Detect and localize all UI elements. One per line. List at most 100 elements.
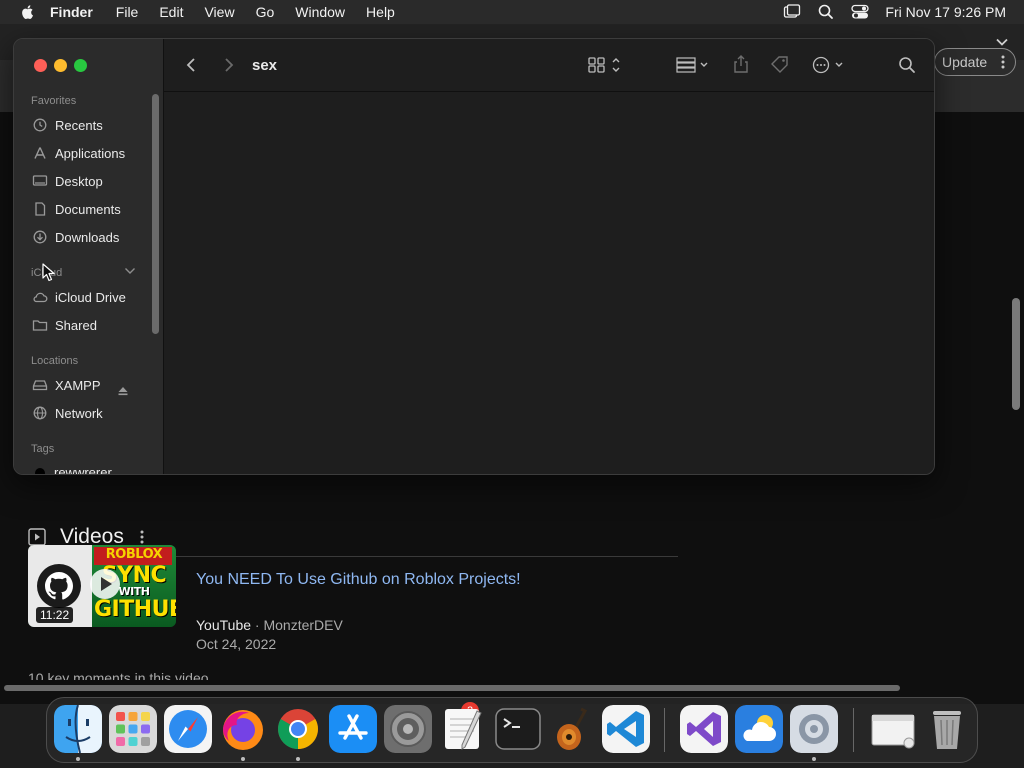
document-icon xyxy=(35,202,46,216)
video-duration: 11:22 xyxy=(36,607,74,623)
running-indicator xyxy=(76,757,80,761)
menu-help[interactable]: Help xyxy=(366,4,395,20)
sidebar-section-favorites: Favorites xyxy=(31,95,77,107)
more-options-icon[interactable] xyxy=(140,530,144,544)
menu-edit[interactable]: Edit xyxy=(159,4,183,20)
sidebar-item-label: Network xyxy=(55,405,103,421)
sidebar-item-label: iCloud Drive xyxy=(55,289,126,305)
video-title-link[interactable]: You NEED To Use Github on Roblox Project… xyxy=(196,571,521,589)
video-thumbnail[interactable]: ROBLOX SYNC WITH GITHUB 11:22 xyxy=(28,545,176,627)
system-preferences-app-icon xyxy=(384,705,432,753)
sidebar-item-applications[interactable]: Applications xyxy=(32,142,154,164)
drive-icon xyxy=(32,380,48,391)
view-mode-button[interactable] xyxy=(588,56,626,74)
control-center-icon[interactable] xyxy=(851,4,870,20)
thumbnail-text: GITHUB xyxy=(94,597,176,622)
download-icon xyxy=(33,230,47,244)
dock-finder[interactable] xyxy=(54,705,102,753)
app-store-app-icon xyxy=(329,705,377,753)
sidebar-item-label: Recents xyxy=(55,117,103,133)
menu-view[interactable]: View xyxy=(204,4,234,20)
launchpad-app-icon xyxy=(109,705,157,753)
dock-visual-studio[interactable] xyxy=(680,705,728,753)
sidebar-item-network[interactable]: Network xyxy=(32,402,154,424)
sidebar-item-label: rewwrerer xyxy=(54,464,112,475)
window-zoom-button[interactable] xyxy=(74,59,87,72)
spotlight-search-icon[interactable] xyxy=(817,4,835,20)
clock-icon xyxy=(33,118,47,132)
share-button[interactable] xyxy=(732,54,750,74)
menu-app-finder[interactable]: Finder xyxy=(50,4,93,20)
dock-launchpad[interactable] xyxy=(109,705,157,753)
menu-file[interactable]: File xyxy=(116,4,139,20)
dock-trash[interactable] xyxy=(923,705,971,753)
menu-go[interactable]: Go xyxy=(256,4,275,20)
video-date: Oct 24, 2022 xyxy=(196,636,277,652)
running-indicator xyxy=(296,757,300,761)
running-indicator xyxy=(812,757,816,761)
applications-icon xyxy=(34,147,46,159)
share-icon xyxy=(734,55,748,73)
tags-button[interactable] xyxy=(770,55,790,73)
sidebar-item-label: XAMPP xyxy=(55,377,101,393)
dock-textedit[interactable] xyxy=(439,705,487,753)
icon-view-grid-icon xyxy=(588,57,620,73)
finder-content: sex xyxy=(164,39,934,474)
sidebar-item-xampp[interactable]: XAMPP xyxy=(32,374,154,396)
tab-list-chevron-icon[interactable] xyxy=(996,38,1008,46)
finder-sidebar: Favorites Recents Applications Desktop D… xyxy=(14,39,164,475)
apple-menu-icon[interactable] xyxy=(20,4,36,20)
eject-icon[interactable] xyxy=(117,385,129,397)
more-actions-icon xyxy=(812,56,843,74)
sidebar-scrollbar[interactable] xyxy=(152,94,159,334)
back-button[interactable] xyxy=(186,57,196,73)
dock-firefox[interactable] xyxy=(219,705,267,753)
browser-horizontal-scrollbar[interactable] xyxy=(4,685,900,691)
dock-app-store[interactable] xyxy=(329,705,377,753)
github-logo-icon xyxy=(37,564,81,608)
search-button[interactable] xyxy=(898,56,916,74)
key-moments-toggle[interactable]: 10 key moments in this video xyxy=(28,670,209,680)
sidebar-item-downloads[interactable]: Downloads xyxy=(32,226,154,248)
dock: 2 xyxy=(46,697,978,763)
screen-mirroring-icon[interactable] xyxy=(783,4,801,20)
sidebar-item-recents[interactable]: Recents xyxy=(32,114,154,136)
sidebar-item-tag[interactable]: rewwrerer xyxy=(32,461,154,475)
safari-app-icon xyxy=(164,705,212,753)
chevron-down-icon[interactable] xyxy=(124,267,136,275)
menu-window[interactable]: Window xyxy=(295,4,345,20)
sidebar-item-shared[interactable]: Shared xyxy=(32,314,154,336)
video-source: YouTube · MonzterDEV xyxy=(196,617,343,633)
sidebar-item-desktop[interactable]: Desktop xyxy=(32,170,154,192)
tag-color-dot xyxy=(35,468,45,474)
dock-terminal[interactable] xyxy=(494,705,542,753)
dock-system-preferences[interactable] xyxy=(384,705,432,753)
sidebar-section-tags: Tags xyxy=(31,443,55,455)
video-play-icon xyxy=(28,528,46,546)
browser-vertical-scrollbar[interactable] xyxy=(1012,298,1020,410)
vscode-app-icon xyxy=(602,705,650,753)
browser-update-button[interactable]: Update xyxy=(934,48,1016,76)
action-menu-button[interactable] xyxy=(812,56,848,74)
menu-bar-clock[interactable]: Fri Nov 17 9:26 PM xyxy=(885,4,1006,20)
dock-weather[interactable] xyxy=(735,705,783,753)
shared-folder-icon xyxy=(32,320,48,331)
dock-safari[interactable] xyxy=(164,705,212,753)
globe-icon xyxy=(33,406,47,420)
group-by-button[interactable] xyxy=(676,56,714,74)
sidebar-item-icloud-drive[interactable]: iCloud Drive xyxy=(32,286,154,308)
play-button-icon[interactable] xyxy=(90,569,120,599)
dock-garageband[interactable] xyxy=(549,705,597,753)
window-minimize-button[interactable] xyxy=(54,59,67,72)
thumbnail-text: ROBLOX xyxy=(105,547,163,562)
dock-vscode[interactable] xyxy=(602,705,650,753)
dock-preview[interactable] xyxy=(869,705,917,753)
dock-chrome[interactable] xyxy=(274,705,322,753)
video-channel[interactable]: MonzterDEV xyxy=(263,617,342,633)
window-close-button[interactable] xyxy=(34,59,47,72)
firefox-app-icon xyxy=(223,710,263,750)
dock-system-settings[interactable] xyxy=(790,705,838,753)
forward-button[interactable] xyxy=(224,57,234,73)
finder-app-icon xyxy=(54,705,102,753)
sidebar-item-documents[interactable]: Documents xyxy=(32,198,154,220)
